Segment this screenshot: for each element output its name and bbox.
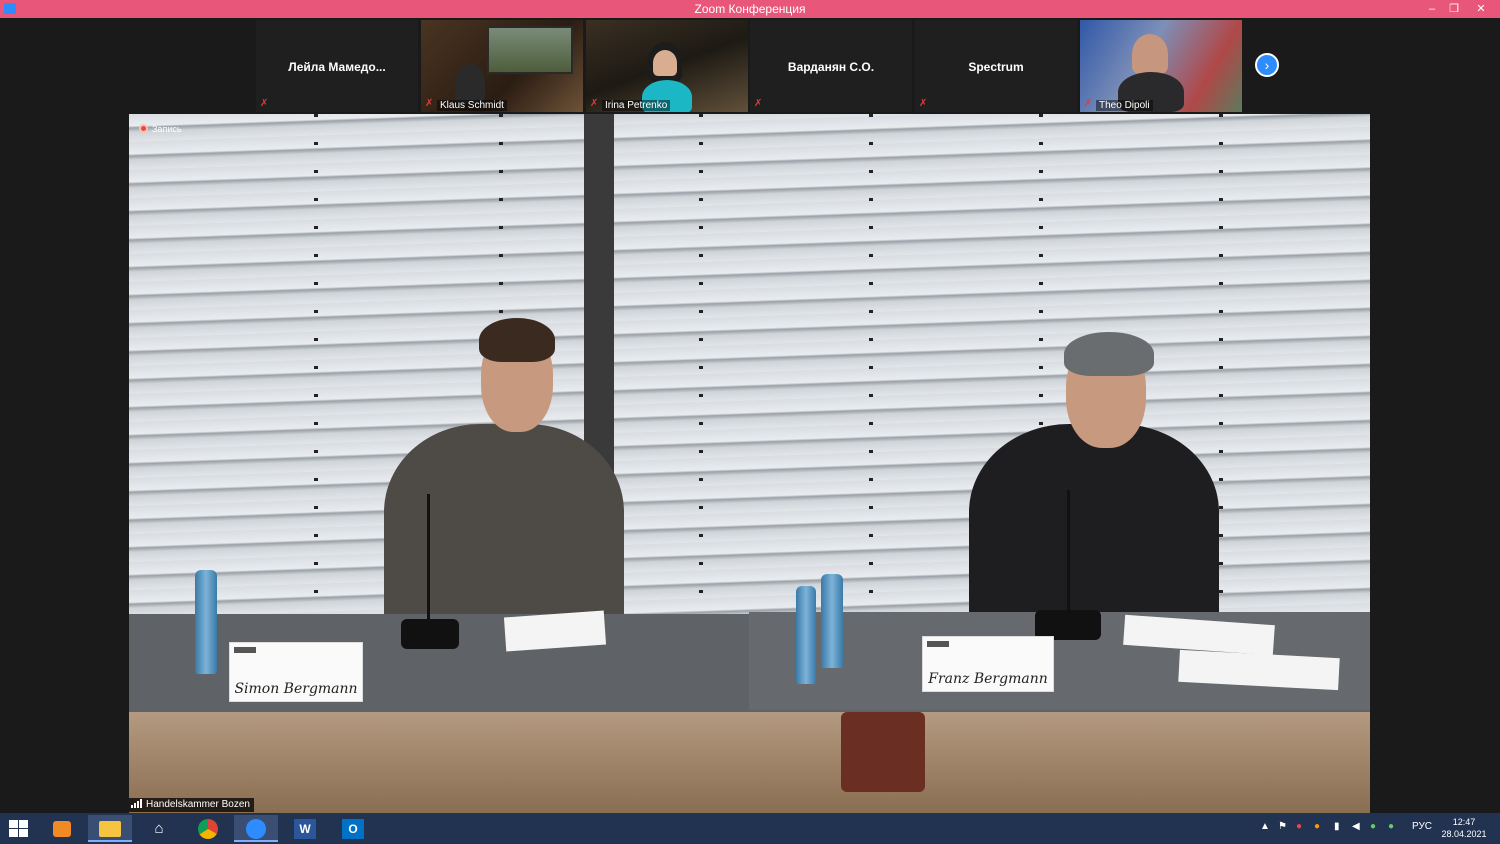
clock-time: 12:47 [1452,817,1476,827]
home-icon[interactable]: ⌂ [137,815,181,842]
participant-video [455,64,485,104]
wall-painting [487,26,573,74]
record-icon [139,124,148,133]
mic-muted-icon: ✗ [260,98,269,109]
microphone-base [401,619,459,649]
nameplate-name: Franz Bergmann [928,671,1048,687]
recording-indicator: Запись [139,124,182,134]
language-indicator[interactable]: РУС [1412,821,1432,832]
clock-date: 28.04.2021 [1441,829,1487,839]
mic-muted-icon: ✗ [1084,98,1093,109]
blind-cord [1219,114,1223,614]
close-button[interactable]: ✕ [1462,0,1500,18]
participant-name: Irina Petrenko [602,100,671,111]
signal-icon [131,799,143,811]
chevron-right-icon: › [1264,57,1270,73]
microphone [1067,490,1070,620]
nameplate-logo [927,641,949,647]
speaker-left-hair [479,318,555,362]
water-bottle [796,586,816,684]
nameplate-right: Franz Bergmann [922,636,1054,692]
app-tray-icon[interactable]: ● [1314,821,1320,832]
speaker-right-hair [1064,332,1154,376]
flag-icon[interactable]: ⚑ [1278,821,1287,832]
speaker-name: Handelskammer Bozen [146,799,250,810]
active-speaker-label: Handelskammer Bozen [129,798,254,812]
mic-muted-icon: ✗ [919,98,928,109]
participant-name: Варданян С.О. [787,60,875,74]
water-bottle [195,570,217,674]
briefcase [841,712,925,792]
nameplate-logo [234,647,256,653]
title-bar: Zoom Конференция – ❐ ✕ [0,0,1500,18]
participant-tile[interactable]: ✗ Irina Petrenko [586,20,748,112]
file-explorer-icon[interactable] [88,815,132,842]
next-page-button[interactable]: › [1255,53,1279,77]
participant-tile[interactable]: Spectrum ✗ [915,20,1077,112]
participant-name: Лейла Мамедо... [288,60,386,74]
network-icon[interactable]: ▮ [1334,821,1340,832]
participant-tile[interactable]: ✗ Klaus Schmidt [421,20,583,112]
window-title: Zoom Конференция [694,2,806,16]
participant-tile[interactable]: Варданян С.О. ✗ [750,20,912,112]
paper-sheet [503,610,607,652]
antivirus-icon[interactable]: ● [1296,821,1302,832]
participant-tile[interactable]: Лейла Мамедо... ✗ [256,20,418,112]
nameplate-name: Simon Bergmann [234,681,358,697]
chrome-icon[interactable] [186,815,230,842]
active-speaker-video: Simon Bergmann Franz Bergmann [129,114,1370,813]
clock[interactable]: 12:47 28.04.2021 [1438,816,1490,840]
word-icon[interactable]: W [283,815,327,842]
participant-tile[interactable]: ✗ Theo Dipoli [1080,20,1242,112]
blind-cord [699,114,703,614]
media-player-icon[interactable] [40,815,84,842]
participant-name: Spectrum [968,60,1024,74]
participant-name: Theo Dipoli [1096,100,1153,111]
participant-face [1132,34,1168,74]
volume-icon[interactable]: ◀ [1352,821,1360,832]
mic-muted-icon: ✗ [425,98,434,109]
participant-face [653,50,677,76]
water-bottle [821,574,843,668]
participant-strip: Лейла Мамедо... ✗ ✗ Klaus Schmidt ✗ Irin… [0,18,1500,113]
mic-muted-icon: ✗ [754,98,763,109]
mic-muted-icon: ✗ [590,98,599,109]
zoom-icon[interactable] [234,815,278,842]
recording-label: Запись [152,124,182,134]
nameplate-left: Simon Bergmann [229,642,363,702]
outlook-icon[interactable]: O [331,815,375,842]
taskbar: ⌂ W O ▲ ⚑ ● ● ▮ ◀ ● ● РУС 12:47 28.04.20… [0,813,1500,844]
tray-expand-icon[interactable]: ▲ [1260,821,1270,832]
floor [129,712,1370,813]
blind-cord [314,114,318,614]
blind-cord [869,114,873,614]
sync-icon[interactable]: ● [1388,821,1394,832]
windows-start-icon[interactable] [9,820,29,838]
security-icon[interactable]: ● [1370,821,1376,832]
participant-name: Klaus Schmidt [437,100,507,111]
